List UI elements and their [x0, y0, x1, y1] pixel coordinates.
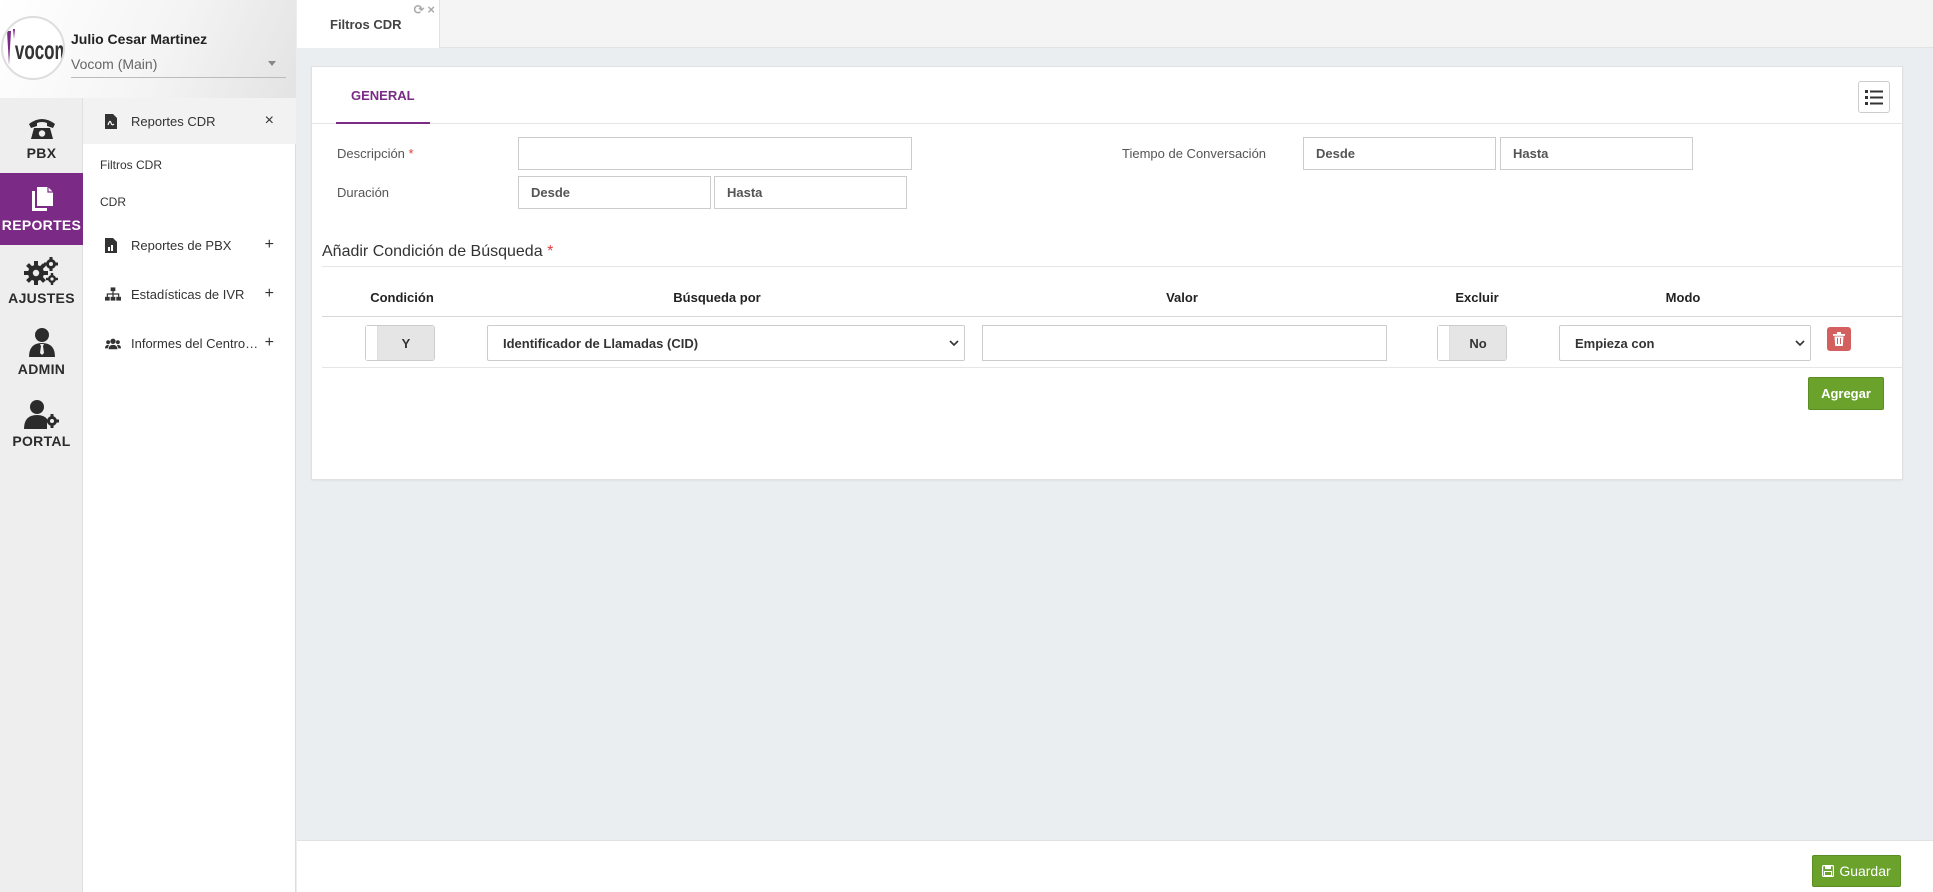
chevron-down-icon	[949, 340, 959, 347]
caret-down-icon	[268, 61, 276, 66]
nav-reportes-label: REPORTES	[1, 217, 82, 233]
tiempo-conversacion-label: Tiempo de Conversación	[1122, 146, 1267, 161]
valor-input[interactable]	[982, 325, 1387, 361]
expand-section-icon[interactable]: +	[265, 236, 274, 254]
user-name: Julio Cesar Martinez	[71, 31, 208, 47]
nav-portal[interactable]: PORTAL	[0, 388, 83, 460]
descripcion-input[interactable]	[518, 137, 912, 170]
tab-general[interactable]: GENERAL	[336, 67, 430, 124]
divider	[322, 266, 1902, 267]
descripcion-label: Descripción *	[337, 146, 414, 161]
tiempo-desde-input[interactable]	[1303, 137, 1496, 170]
user-gear-icon	[23, 400, 59, 429]
sidebar-section-label: Reportes CDR	[131, 113, 216, 129]
duracion-label: Duración	[337, 185, 390, 200]
search-condition-title: Añadir Condición de Búsqueda *	[322, 243, 554, 260]
pdf-file-icon	[105, 113, 121, 129]
company-logo: vocom	[1, 16, 65, 80]
header-excluir: Excluir	[1455, 290, 1499, 305]
divider	[322, 367, 1902, 368]
modo-select[interactable]: Empieza con	[1559, 325, 1811, 361]
chevron-down-icon	[1795, 340, 1805, 347]
agregar-button[interactable]: Agregar	[1808, 377, 1884, 410]
list-menu-button[interactable]	[1858, 81, 1890, 113]
main-nav-rail: PBX REPORTES AJUSTES ADMIN PORTAL	[0, 98, 83, 892]
guardar-button[interactable]: Guardar	[1812, 855, 1901, 887]
sidebar-section-label: Estadísticas de IVR	[131, 286, 245, 302]
sidebar-item-cdr[interactable]: CDR	[100, 195, 126, 209]
reports-sidebar: Reportes CDR × Filtros CDR CDR Reportes …	[83, 98, 296, 892]
file-chart-icon	[105, 237, 121, 253]
nav-pbx[interactable]: PBX	[0, 102, 83, 174]
open-tabs-bar: Filtros CDR ⟳ ×	[297, 0, 1933, 48]
nav-ajustes[interactable]: AJUSTES	[0, 245, 83, 317]
tab-label: Filtros CDR	[330, 17, 402, 32]
sidebar-section-label: Informes del Centro de Contacto	[131, 335, 259, 351]
nav-admin[interactable]: ADMIN	[0, 316, 83, 388]
trash-icon	[1833, 332, 1845, 346]
profile-header: vocom Julio Cesar Martinez Vocom (Main)	[0, 0, 296, 98]
nav-admin-label: ADMIN	[17, 361, 66, 377]
phone-icon	[28, 119, 55, 139]
header-modo: Modo	[1665, 290, 1701, 305]
nav-portal-label: PORTAL	[12, 433, 71, 449]
nav-reportes[interactable]: REPORTES	[0, 173, 83, 245]
tab-filtros-cdr[interactable]: Filtros CDR ⟳ ×	[297, 0, 440, 48]
close-section-icon[interactable]: ×	[265, 112, 274, 130]
modo-selected: Empieza con	[1575, 335, 1655, 351]
expand-section-icon[interactable]: +	[265, 334, 274, 352]
organization-label: Vocom (Main)	[71, 56, 158, 72]
card-tabs: GENERAL	[312, 67, 1902, 124]
header-busqueda: Búsqueda por	[673, 290, 761, 305]
close-icon[interactable]: ×	[427, 2, 435, 18]
filter-form-card: GENERAL Descripción * Tiempo de Conversa…	[311, 66, 1903, 480]
condicion-value: Y	[378, 326, 434, 360]
sidebar-section-reportes-pbx[interactable]: Reportes de PBX +	[83, 222, 296, 268]
header-valor: Valor	[1166, 290, 1198, 305]
guardar-label: Guardar	[1839, 863, 1891, 879]
busqueda-selected: Identificador de Llamadas (CID)	[503, 335, 699, 351]
expand-section-icon[interactable]: +	[265, 285, 274, 303]
divider	[322, 316, 1902, 317]
excluir-value: No	[1450, 326, 1506, 360]
admin-icon	[28, 328, 55, 357]
sitemap-icon	[105, 287, 121, 301]
organization-select[interactable]: Vocom (Main)	[71, 56, 286, 78]
sidebar-section-reportes-cdr[interactable]: Reportes CDR ×	[83, 98, 296, 144]
toggle-knob	[1438, 326, 1450, 360]
header-condicion: Condición	[370, 290, 434, 305]
users-icon	[105, 337, 121, 350]
tiempo-hasta-input[interactable]	[1500, 137, 1693, 170]
copy-icon	[31, 187, 53, 211]
condicion-toggle[interactable]: Y	[365, 325, 435, 361]
footer-bar: Guardar	[297, 840, 1933, 892]
sidebar-section-estadisticas-ivr[interactable]: Estadísticas de IVR +	[83, 271, 296, 317]
vocom-logo-icon: vocom	[7, 29, 63, 65]
sidebar-section-informes-centro[interactable]: Informes del Centro de Contacto +	[83, 320, 296, 366]
nav-ajustes-label: AJUSTES	[8, 290, 75, 306]
refresh-icon[interactable]: ⟳	[414, 2, 425, 18]
nav-pbx-label: PBX	[26, 145, 57, 161]
toggle-knob	[366, 326, 378, 360]
duracion-hasta-input[interactable]	[714, 176, 907, 209]
list-icon	[1865, 89, 1883, 105]
gears-icon	[23, 257, 58, 285]
busqueda-select[interactable]: Identificador de Llamadas (CID)	[487, 325, 965, 361]
sidebar-item-filtros-cdr[interactable]: Filtros CDR	[100, 158, 162, 172]
delete-condition-button[interactable]	[1827, 327, 1851, 351]
excluir-toggle[interactable]: No	[1437, 325, 1507, 361]
sidebar-section-label: Reportes de PBX	[131, 237, 232, 253]
svg-text:vocom: vocom	[15, 35, 63, 65]
save-icon	[1822, 865, 1835, 877]
duracion-desde-input[interactable]	[518, 176, 711, 209]
